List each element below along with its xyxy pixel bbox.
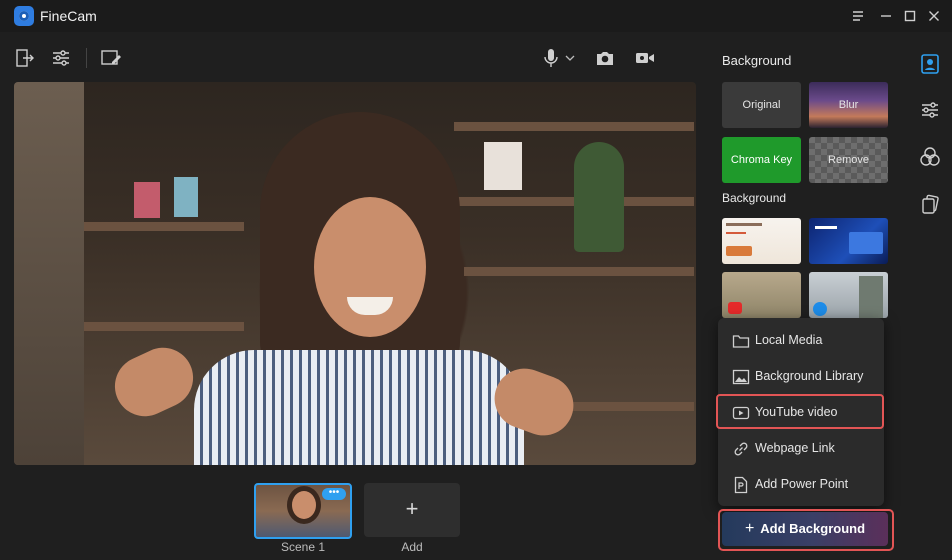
video-background-thumbnail[interactable] xyxy=(809,272,888,318)
close-icon[interactable] xyxy=(924,6,944,26)
scene-thumbnail-face xyxy=(292,491,316,519)
menu-item-local-media[interactable]: Local Media xyxy=(718,323,884,359)
whiteboard-icon[interactable] xyxy=(100,47,122,69)
preview-hand-left xyxy=(105,337,203,427)
menu-item-label: Webpage Link xyxy=(755,441,835,455)
background-section-label: Background xyxy=(722,191,787,205)
background-thumbnail[interactable] xyxy=(809,218,888,264)
menu-item-label: Local Media xyxy=(755,333,823,347)
preview-shelf xyxy=(464,267,694,276)
sliders-icon[interactable] xyxy=(919,99,941,121)
camera-icon[interactable] xyxy=(594,47,616,69)
link-icon xyxy=(732,440,750,458)
preview-wall xyxy=(14,82,84,465)
exit-icon[interactable] xyxy=(14,47,36,69)
preview-book xyxy=(134,182,160,218)
chevron-down-icon[interactable] xyxy=(564,47,576,69)
finecam-logo-icon xyxy=(14,6,34,26)
layers-icon[interactable] xyxy=(919,193,941,215)
effect-remove-tile[interactable]: Remove xyxy=(809,137,888,183)
preview-face xyxy=(314,197,426,337)
preview-plant xyxy=(574,142,624,252)
thumb-text-line xyxy=(815,226,837,229)
hamburger-icon[interactable] xyxy=(848,6,868,26)
youtube-highlight-box xyxy=(716,394,884,429)
thumb-window-shape xyxy=(859,276,883,318)
menu-item-webpage-link[interactable]: Webpage Link xyxy=(718,431,884,467)
add-background-highlight-box xyxy=(718,509,894,551)
maximize-icon[interactable] xyxy=(900,6,920,26)
background-thumbnail[interactable] xyxy=(722,218,801,264)
preview-shirt xyxy=(194,350,524,465)
preview-shelf xyxy=(84,322,244,331)
preview-shelf xyxy=(454,122,694,131)
scene-thumbnail[interactable]: ••• xyxy=(254,483,352,539)
person-portrait-icon[interactable] xyxy=(919,53,941,75)
app-title: FineCam xyxy=(40,8,97,24)
preview-book xyxy=(174,177,198,217)
adjust-sliders-icon[interactable] xyxy=(50,47,72,69)
menu-item-label: Add Power Point xyxy=(755,477,849,491)
thumb-text-line xyxy=(726,223,762,226)
image-icon xyxy=(732,368,750,386)
add-scene-button[interactable]: + xyxy=(364,483,460,537)
menu-item-add-power-point[interactable]: Add Power Point xyxy=(718,467,884,503)
preview-shelf xyxy=(84,222,244,231)
menu-item-background-library[interactable]: Background Library xyxy=(718,359,884,395)
video-record-icon[interactable] xyxy=(634,47,656,69)
panel-title: Background xyxy=(722,53,792,68)
overlay-circles-icon[interactable] xyxy=(919,146,941,168)
preview-book xyxy=(484,142,522,190)
effect-chroma-key-tile[interactable]: Chroma Key xyxy=(722,137,801,183)
youtube-icon xyxy=(728,302,742,314)
folder-icon xyxy=(732,332,750,350)
scene-label: Scene 1 xyxy=(280,540,326,554)
add-scene-label: Add xyxy=(401,540,423,554)
toolbar-divider xyxy=(86,48,87,68)
camera-preview xyxy=(14,82,696,465)
title-bar xyxy=(0,0,952,32)
youtube-background-thumbnail[interactable] xyxy=(722,272,801,318)
microphone-icon[interactable] xyxy=(540,47,562,69)
play-icon xyxy=(813,302,827,316)
effect-blur-tile[interactable]: Blur xyxy=(809,82,888,128)
minimize-icon[interactable] xyxy=(876,6,896,26)
thumb-screen-shape xyxy=(849,232,883,254)
thumb-button-shape xyxy=(726,246,752,256)
effect-original-tile[interactable]: Original xyxy=(722,82,801,128)
scene-more-button[interactable]: ••• xyxy=(322,488,346,500)
menu-item-label: Background Library xyxy=(755,369,864,383)
thumb-text-line xyxy=(726,232,746,234)
powerpoint-file-icon xyxy=(732,476,750,494)
